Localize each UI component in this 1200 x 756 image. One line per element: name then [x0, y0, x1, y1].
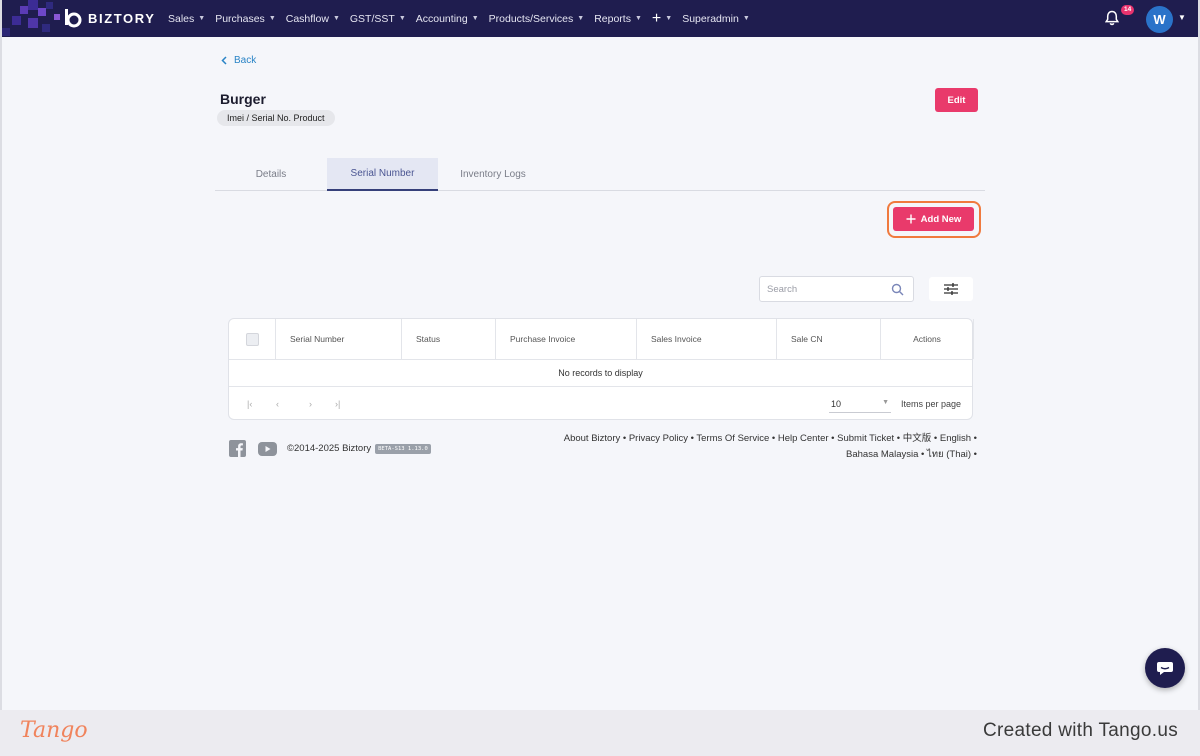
chevron-left-icon — [221, 56, 227, 65]
menu-accounting-label: Accounting — [415, 12, 468, 25]
chat-launcher-button[interactable] — [1145, 648, 1185, 688]
menu-sales-label: Sales — [168, 12, 195, 25]
plus-icon — [906, 214, 916, 224]
last-page-icon[interactable]: ›| — [335, 399, 340, 409]
notification-badge: 14 — [1121, 5, 1135, 15]
youtube-icon[interactable] — [258, 441, 277, 456]
previous-page-icon[interactable]: ‹ — [276, 399, 279, 409]
biztory-logo[interactable]: BIZTORY — [64, 8, 156, 28]
column-header-sale-cn[interactable]: Sale CN — [777, 319, 881, 359]
footer-divider — [229, 386, 972, 387]
menu-sales[interactable]: Sales ▼ — [168, 13, 205, 25]
page-size-select[interactable]: 10 ▼ — [829, 395, 891, 413]
column-header-serial-number[interactable]: Serial Number — [276, 319, 402, 359]
menu-gst-sst[interactable]: GST/SST ▼ — [350, 13, 406, 25]
add-new-button[interactable]: Add New — [893, 207, 974, 231]
menu-superadmin-label: Superadmin — [682, 12, 739, 25]
chevron-down-icon: ▼ — [882, 399, 889, 406]
page-title: Burger — [220, 91, 266, 107]
tab-serial-number[interactable]: Serial Number — [327, 158, 438, 191]
menu-products-services[interactable]: Products/Services ▼ — [489, 13, 585, 25]
search-input[interactable]: Search — [759, 276, 914, 302]
add-new-label: Add New — [920, 213, 962, 225]
tango-logo: Tango — [20, 718, 88, 743]
tango-credit: Created with Tango.us — [982, 720, 1178, 741]
footer-links[interactable]: About Biztory • Privacy Policy • Terms O… — [522, 431, 977, 463]
menu-quick-add[interactable]: + ▼ — [651, 9, 673, 27]
page-size-value: 10 — [831, 399, 842, 409]
menu-cashflow-label: Cashflow — [285, 12, 329, 25]
chat-icon — [1157, 661, 1173, 675]
app-frame: BIZTORY Sales ▼ Purchases ▼ Cashflow ▼ GST/… — [2, 0, 1198, 710]
social-links — [229, 440, 277, 457]
chevron-down-icon: ▼ — [577, 15, 585, 22]
chevron-down-icon: ▼ — [198, 15, 206, 22]
facebook-icon[interactable] — [229, 440, 246, 457]
bell-icon[interactable] — [1105, 10, 1119, 26]
chevron-down-icon: ▼ — [471, 15, 479, 22]
menu-superadmin[interactable]: Superadmin ▼ — [682, 13, 750, 25]
select-all-checkbox[interactable] — [245, 332, 259, 346]
main-menu: Sales ▼ Purchases ▼ Cashflow ▼ GST/SST ▼ Acc… — [168, 0, 760, 37]
search-icon[interactable] — [891, 283, 904, 296]
select-all-cell — [229, 319, 276, 359]
sliders-icon — [944, 283, 958, 295]
tab-details[interactable]: Details — [215, 158, 327, 191]
product-type-badge: Imei / Serial No. Product — [217, 110, 335, 126]
column-settings-button[interactable] — [929, 277, 973, 301]
plus-icon: + — [651, 9, 662, 27]
column-header-actions: Actions — [881, 319, 974, 359]
brand-name: BIZTORY — [88, 10, 156, 26]
back-label: Back — [234, 55, 257, 66]
column-header-purchase-invoice[interactable]: Purchase Invoice — [496, 319, 637, 359]
chevron-down-icon[interactable]: ▼ — [1178, 13, 1186, 22]
user-avatar[interactable]: W — [1146, 6, 1173, 33]
next-page-icon[interactable]: › — [309, 399, 312, 409]
back-link[interactable]: Back — [221, 55, 256, 66]
biztory-logo-icon — [65, 9, 82, 28]
menu-cashflow[interactable]: Cashflow ▼ — [286, 13, 340, 25]
copyright-text: ©2014-2025 Biztory — [287, 443, 372, 454]
chevron-down-icon: ▼ — [665, 15, 673, 22]
items-per-page-label: Items per page — [901, 399, 962, 409]
edit-button[interactable]: Edit — [935, 88, 978, 112]
chevron-down-icon: ▼ — [398, 15, 406, 22]
empty-message: No records to display — [558, 368, 643, 378]
copyright: ©2014-2025 Biztory BETA-S13 1.13.0 — [287, 443, 431, 454]
version-badge: BETA-S13 1.13.0 — [375, 443, 431, 454]
footer-links-line2[interactable]: Bahasa Malaysia • ไทย (Thai) • — [522, 447, 977, 463]
top-navbar: BIZTORY Sales ▼ Purchases ▼ Cashflow ▼ GST/… — [2, 0, 1198, 37]
serial-number-grid: Serial Number Status Purchase Invoice Sa… — [228, 318, 974, 420]
chevron-down-icon: ▼ — [742, 15, 750, 22]
tab-bar: Details Serial Number Inventory Logs — [215, 158, 985, 191]
first-page-icon[interactable]: |‹ — [247, 399, 252, 409]
tab-inventory-logs[interactable]: Inventory Logs — [438, 158, 548, 191]
menu-products-services-label: Products/Services — [488, 12, 574, 25]
chevron-down-icon: ▼ — [332, 15, 340, 22]
footer-links-line1[interactable]: About Biztory • Privacy Policy • Terms O… — [522, 431, 977, 447]
menu-purchases-label: Purchases — [215, 12, 265, 25]
menu-reports[interactable]: Reports ▼ — [594, 13, 642, 25]
menu-purchases[interactable]: Purchases ▼ — [215, 13, 276, 25]
chevron-down-icon: ▼ — [634, 15, 642, 22]
menu-gst-sst-label: GST/SST — [349, 12, 395, 25]
menu-accounting[interactable]: Accounting ▼ — [416, 13, 479, 25]
column-header-sales-invoice[interactable]: Sales Invoice — [637, 319, 777, 359]
chevron-down-icon: ▼ — [268, 15, 276, 22]
search-placeholder: Search — [767, 284, 798, 295]
menu-reports-label: Reports — [594, 12, 631, 25]
column-header-status[interactable]: Status — [402, 319, 496, 359]
